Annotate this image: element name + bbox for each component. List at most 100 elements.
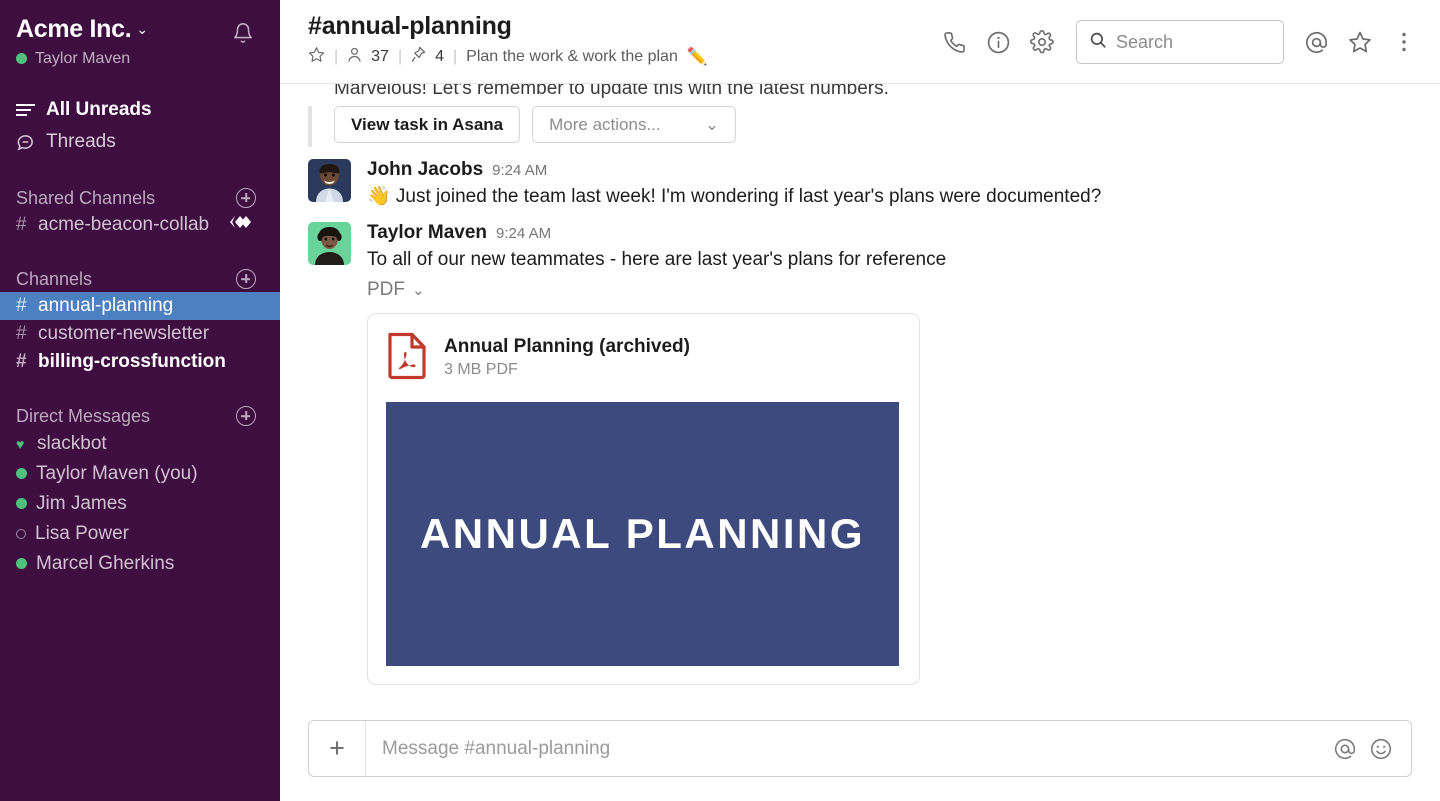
avatar-taylor-maven[interactable] <box>308 221 351 265</box>
member-person-icon[interactable] <box>347 47 362 68</box>
page-title: #annual-planning <box>308 12 512 40</box>
file-type-dropdown[interactable]: PDF ⌄ <box>367 279 1412 301</box>
chevron-down-icon[interactable]: ⌄ <box>136 21 148 38</box>
threads-bubble-icon <box>17 134 33 150</box>
message-john-jacobs: John Jacobs 9:24 AM 👋 Just joined the te… <box>280 147 1440 210</box>
message-text: 👋 Just joined the team last week! I'm wo… <box>367 186 1102 207</box>
hash-icon: # <box>16 294 27 316</box>
sidebar-channel-billing-crossfunction[interactable]: # billing-crossfunction <box>0 348 280 376</box>
asana-attachment-message: Marvelous! Let's remember to update this… <box>280 84 1440 147</box>
direct-messages-section: Direct Messages ♥ slackbot Taylor Maven … <box>0 404 280 579</box>
truncated-message-text: Marvelous! Let's remember to update this… <box>334 84 889 98</box>
dm-label: Marcel Gherkins <box>36 552 175 574</box>
message-composer[interactable]: + <box>308 720 1412 777</box>
dm-label: Lisa Power <box>35 522 129 544</box>
add-shared-channel-button[interactable] <box>236 188 256 208</box>
slack-app-window: Acme Inc. ⌄ Taylor Maven All Unreads Thr… <box>0 0 1440 801</box>
add-channel-button[interactable] <box>236 269 256 289</box>
smiley-emoji-icon[interactable] <box>1367 735 1395 763</box>
sidebar: Acme Inc. ⌄ Taylor Maven All Unreads Thr… <box>0 0 280 801</box>
pdf-preview-title: ANNUAL PLANNING <box>419 510 866 558</box>
file-type-label: PDF <box>367 279 405 301</box>
message-header: Taylor Maven 9:24 AM <box>367 222 1412 244</box>
channel-label: annual-planning <box>38 294 174 316</box>
channel-header-left: #annual-planning | 37 | 4 | Plan the wor… <box>308 12 708 68</box>
current-user[interactable]: Taylor Maven <box>16 50 264 68</box>
heart-presence-icon: ♥ <box>16 435 25 452</box>
presence-online-dot <box>16 558 27 569</box>
composer-area: + <box>280 708 1440 801</box>
sidebar-item-label: All Unreads <box>46 98 152 120</box>
team-name[interactable]: Acme Inc. <box>16 15 132 44</box>
chevron-down-icon: ⌄ <box>412 282 425 300</box>
sidebar-dm-taylor-maven[interactable]: Taylor Maven (you) <box>0 459 280 489</box>
kebab-more-icon[interactable] <box>1382 20 1426 64</box>
pencil-emoji-icon: ✏️ <box>686 47 709 66</box>
message-header: John Jacobs 9:24 AM <box>367 159 1412 181</box>
message-timestamp: 9:24 AM <box>492 162 548 179</box>
channels-header: Channels <box>0 267 280 292</box>
pdf-file-icon <box>386 330 428 385</box>
gear-icon[interactable] <box>1020 20 1064 64</box>
phone-call-icon[interactable] <box>932 20 976 64</box>
file-attachment-card[interactable]: Annual Planning (archived) 3 MB PDF ANNU… <box>367 313 920 686</box>
channel-topic[interactable]: Plan the work & work the plan <box>466 48 678 66</box>
add-direct-message-button[interactable] <box>236 406 256 426</box>
pin-icon[interactable] <box>411 46 426 68</box>
meta-separator: | <box>453 48 458 65</box>
message-author[interactable]: Taylor Maven <box>367 222 487 244</box>
message-author[interactable]: John Jacobs <box>367 159 483 181</box>
sidebar-dm-slackbot[interactable]: ♥ slackbot <box>0 429 280 459</box>
current-user-name: Taylor Maven <box>35 49 131 67</box>
search-input[interactable]: Search <box>1076 20 1284 64</box>
message-timestamp: 9:24 AM <box>496 224 552 242</box>
info-circle-icon[interactable] <box>976 20 1020 64</box>
search-placeholder-text: Search <box>1116 31 1174 52</box>
meta-separator: | <box>397 48 403 65</box>
pin-count: 4 <box>435 48 445 65</box>
at-mention-icon[interactable] <box>1294 20 1338 64</box>
sidebar-item-all-unreads[interactable]: All Unreads <box>0 94 280 126</box>
avatar-john-jacobs[interactable] <box>308 159 351 202</box>
message-body: John Jacobs 9:24 AM 👋 Just joined the te… <box>367 159 1412 210</box>
sidebar-channel-customer-newsletter[interactable]: # customer-newsletter <box>0 320 280 348</box>
message-list[interactable]: Marvelous! Let's remember to update this… <box>280 84 1440 708</box>
sidebar-channel-annual-planning[interactable]: # annual-planning <box>0 291 280 320</box>
file-meta: 3 MB PDF <box>444 361 518 379</box>
dm-label: Taylor Maven (you) <box>36 462 198 484</box>
more-actions-label: More actions... <box>549 114 661 134</box>
shared-channels-title: Shared Channels <box>16 187 156 208</box>
dm-label: slackbot <box>37 432 107 454</box>
hash-icon: # <box>16 213 27 235</box>
sidebar-dm-jim-james[interactable]: Jim James <box>0 489 280 519</box>
channel-label: billing-crossfunction <box>38 350 226 372</box>
file-info: Annual Planning (archived) 3 MB PDF <box>444 336 690 379</box>
presence-away-ring <box>16 528 26 539</box>
sidebar-dm-lisa-power[interactable]: Lisa Power <box>0 519 280 549</box>
attachment-actions: View task in Asana More actions... ⌄ <box>308 106 1440 147</box>
meta-separator: | <box>334 48 339 65</box>
pdf-preview-thumbnail[interactable]: ANNUAL PLANNING <box>386 402 899 667</box>
channel-header: #annual-planning | 37 | 4 | Plan the wor… <box>280 0 1440 84</box>
shared-channel-diamond-icon <box>228 214 254 236</box>
star-outline-icon[interactable] <box>308 46 325 68</box>
sidebar-item-threads[interactable]: Threads <box>0 126 280 158</box>
more-actions-select[interactable]: More actions... ⌄ <box>532 106 737 143</box>
channel-label: acme-beacon-collab <box>38 213 210 235</box>
starred-items-icon[interactable] <box>1338 20 1382 64</box>
direct-messages-title: Direct Messages <box>16 405 151 426</box>
sidebar-item-label: Threads <box>46 130 116 152</box>
notifications-bell-icon[interactable] <box>232 22 254 44</box>
search-magnifier-icon <box>1089 31 1107 54</box>
presence-online-dot <box>16 53 27 64</box>
add-attachment-button[interactable]: + <box>309 721 366 776</box>
message-input[interactable] <box>366 737 1331 760</box>
hash-icon: # <box>16 322 27 344</box>
sidebar-dm-marcel-gherkins[interactable]: Marcel Gherkins <box>0 549 280 579</box>
channel-meta: | 37 | 4 | Plan the work & work the plan… <box>308 46 708 68</box>
file-header: Annual Planning (archived) 3 MB PDF <box>386 330 901 385</box>
at-mention-icon[interactable] <box>1331 735 1359 763</box>
shared-channels-header: Shared Channels <box>0 186 280 211</box>
sidebar-channel-acme-beacon-collab[interactable]: # acme-beacon-collab <box>0 211 280 239</box>
view-task-in-asana-button[interactable]: View task in Asana <box>334 106 521 143</box>
